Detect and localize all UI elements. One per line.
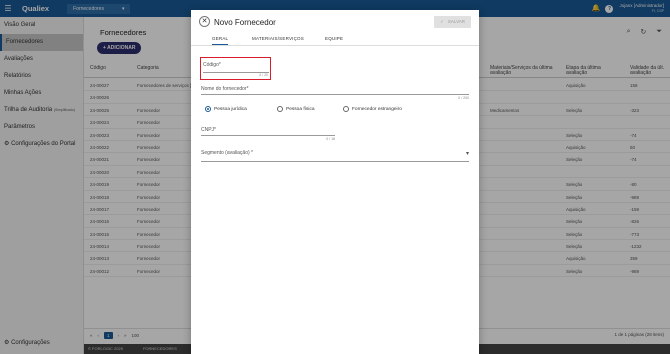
save-button[interactable]: ✓ SALVAR: [434, 16, 471, 28]
radio-pessoa-juridica[interactable]: Pessoa jurídica: [205, 106, 247, 112]
nome-input-line: [201, 94, 469, 95]
dialog-title: Novo Fornecedor: [214, 18, 276, 27]
radio-pessoa-fisica[interactable]: Pessoa física: [277, 106, 315, 112]
tab-geral[interactable]: GERAL: [212, 36, 229, 45]
segmento-select[interactable]: Segmento (avaliação) * ▾: [201, 150, 469, 162]
radio-label: Pessoa jurídica: [214, 106, 247, 112]
close-button[interactable]: ✕: [199, 16, 210, 27]
radio-fornecedor-estrangeiro[interactable]: Fornecedor estrangeiro: [343, 106, 402, 112]
nome-label: Nome do fornecedor*: [201, 86, 249, 92]
radio-unselected-icon: [277, 106, 283, 112]
save-label: SALVAR: [447, 19, 465, 24]
nome-fornecedor-field[interactable]: Nome do fornecedor* 0 / 200: [201, 86, 469, 102]
radio-unselected-icon: [343, 106, 349, 112]
check-icon: ✓: [440, 19, 444, 24]
cnpj-label: CNPJ*: [201, 127, 217, 133]
dialog-tabs: GERAL MATERIAIS/SERVIÇOS EQUIPE: [191, 32, 479, 46]
chevron-down-icon: ▾: [465, 151, 469, 157]
cnpj-field[interactable]: CNPJ* 0 / 18: [201, 127, 335, 143]
segmento-label: Segmento (avaliação) *: [201, 150, 253, 156]
tab-equipe[interactable]: EQUIPE: [325, 36, 343, 41]
radio-label: Pessoa física: [286, 106, 315, 112]
cnpj-input-line: [201, 135, 335, 136]
radio-label: Fornecedor estrangeiro: [352, 106, 402, 112]
radio-selected-icon: [205, 106, 211, 112]
segmento-input-line: [201, 161, 469, 162]
cnpj-counter: 0 / 18: [326, 137, 335, 141]
tab-materiais-servicos[interactable]: MATERIAIS/SERVIÇOS: [252, 36, 304, 41]
highlight-box: [200, 57, 271, 80]
nome-counter: 0 / 200: [458, 96, 469, 100]
